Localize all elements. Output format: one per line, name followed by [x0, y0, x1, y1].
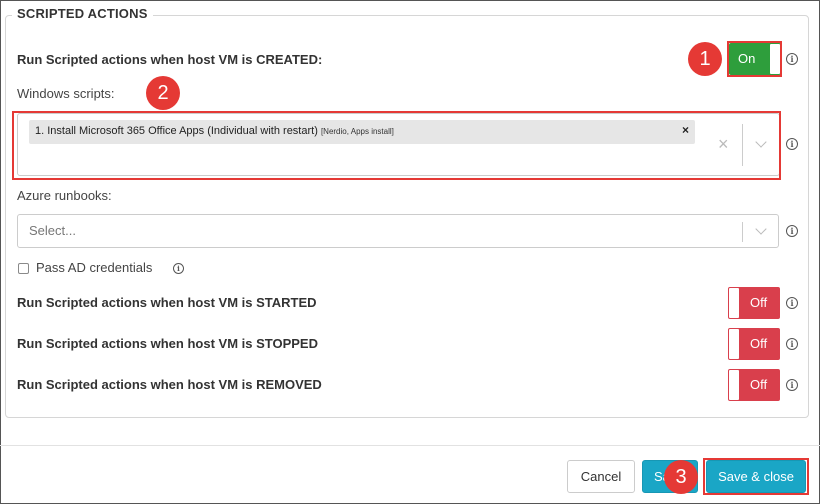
toggle-knob	[729, 370, 739, 400]
annotation-badge-1: 1	[688, 42, 722, 76]
info-icon[interactable]: i	[786, 225, 798, 237]
selected-script-tags: [Nerdio, Apps install]	[320, 127, 394, 136]
windows-scripts-select[interactable]: 1. Install Microsoft 365 Office Apps (In…	[17, 113, 780, 176]
removed-toggle[interactable]: Off	[728, 369, 780, 401]
info-icon[interactable]: i	[173, 263, 184, 274]
removed-label: Run Scripted actions when host VM is REM…	[17, 377, 322, 392]
clear-selection-icon[interactable]: ×	[718, 135, 729, 153]
chevron-down-icon[interactable]	[755, 223, 767, 235]
pass-ad-credentials-checkbox[interactable]	[18, 263, 29, 274]
pass-ad-credentials-label: Pass AD credentials	[36, 260, 153, 275]
info-icon[interactable]: i	[786, 53, 798, 65]
removed-toggle-label: Off	[750, 377, 768, 392]
select-separator	[742, 124, 743, 166]
footer-divider	[0, 445, 820, 446]
created-toggle[interactable]: On	[729, 43, 781, 75]
windows-scripts-label: Windows scripts:	[17, 86, 115, 101]
info-icon[interactable]: i	[786, 297, 798, 309]
section-title: SCRIPTED ACTIONS	[12, 6, 153, 21]
chevron-down-icon[interactable]	[755, 136, 767, 148]
info-icon[interactable]: i	[786, 138, 798, 150]
stopped-label: Run Scripted actions when host VM is STO…	[17, 336, 318, 351]
selected-script-name: 1. Install Microsoft 365 Office Apps (In…	[35, 125, 318, 137]
info-icon[interactable]: i	[786, 379, 798, 391]
created-toggle-label: On	[738, 51, 756, 66]
stopped-toggle[interactable]: Off	[728, 328, 780, 360]
select-separator	[742, 222, 743, 242]
started-toggle-label: Off	[750, 295, 768, 310]
remove-chip-icon[interactable]: ×	[682, 123, 689, 137]
toggle-knob	[729, 288, 739, 318]
azure-runbooks-label: Azure runbooks:	[17, 188, 112, 203]
cancel-button[interactable]: Cancel	[567, 460, 635, 493]
info-icon[interactable]: i	[786, 338, 798, 350]
save-and-close-button[interactable]: Save & close	[706, 460, 806, 493]
toggle-knob	[729, 329, 739, 359]
azure-runbooks-select[interactable]: Select...	[17, 214, 779, 248]
started-label: Run Scripted actions when host VM is STA…	[17, 295, 317, 310]
started-toggle[interactable]: Off	[728, 287, 780, 319]
annotation-badge-2: 2	[146, 76, 180, 110]
toggle-knob	[770, 44, 780, 74]
stopped-toggle-label: Off	[750, 336, 768, 351]
created-label: Run Scripted actions when host VM is CRE…	[17, 52, 323, 67]
annotation-badge-3: 3	[664, 460, 698, 494]
azure-runbooks-placeholder: Select...	[29, 223, 76, 238]
selected-script-chip: 1. Install Microsoft 365 Office Apps (In…	[29, 120, 695, 144]
